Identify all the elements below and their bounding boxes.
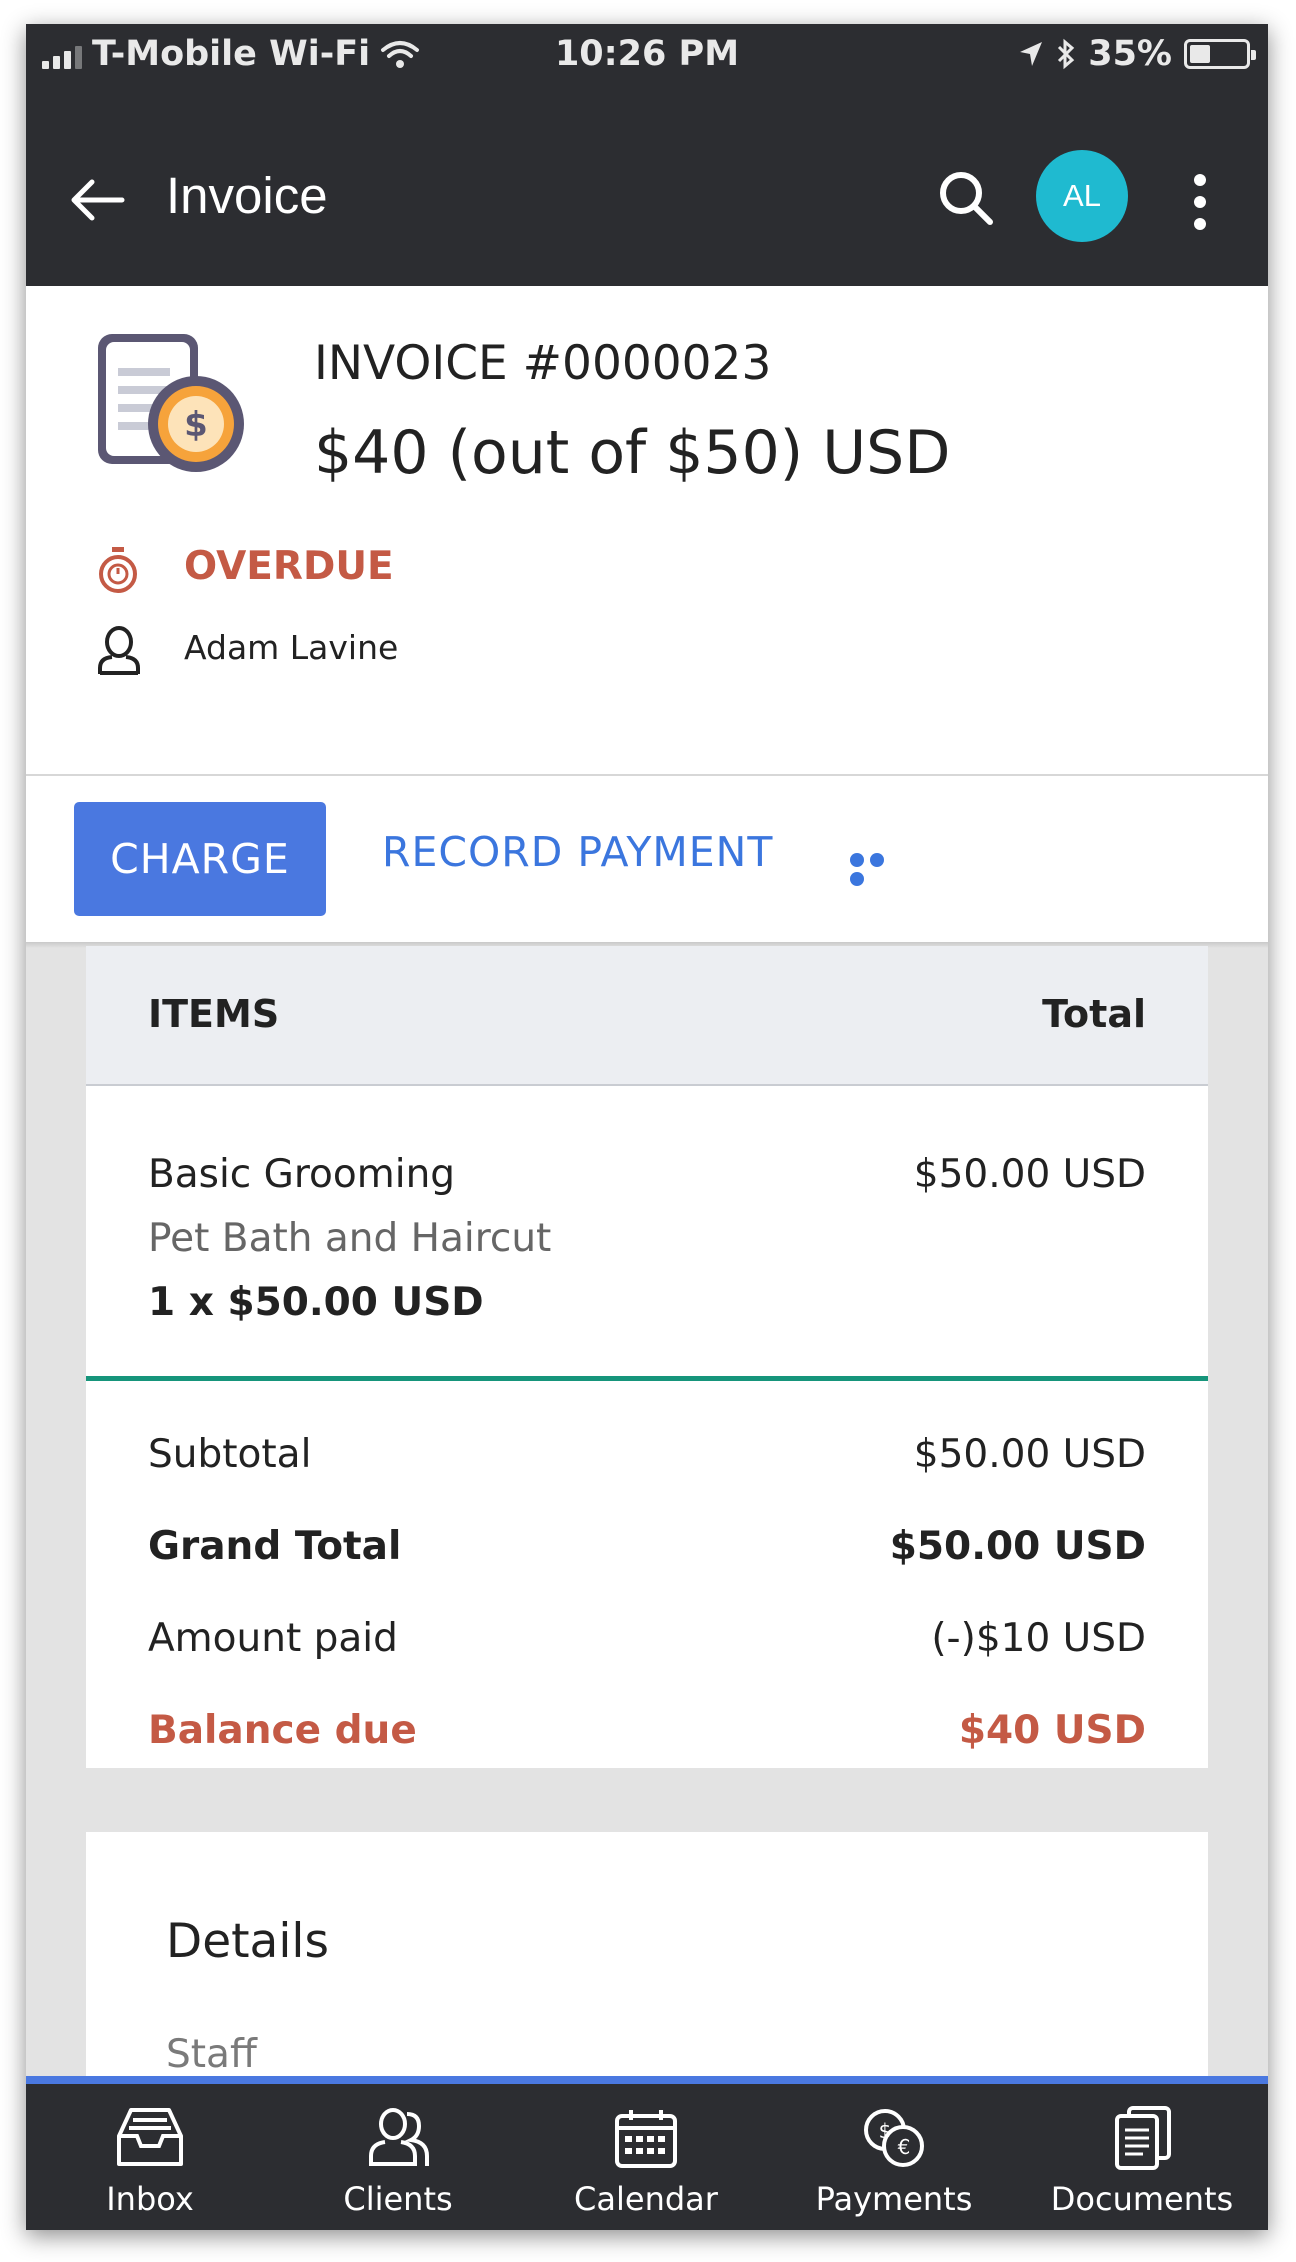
back-arrow-icon[interactable] bbox=[70, 178, 126, 222]
status-bar: T-Mobile Wi-Fi 10:26 PM 35% bbox=[26, 24, 1268, 90]
items-column-header: ITEMS bbox=[148, 992, 280, 1036]
documents-icon bbox=[1115, 2106, 1171, 2170]
nav-inbox-label: Inbox bbox=[106, 2180, 194, 2218]
item-description: Pet Bath and Haircut bbox=[148, 1216, 552, 1261]
svg-text:$: $ bbox=[879, 2119, 892, 2143]
app-bar: Invoice AL bbox=[26, 90, 1268, 286]
clients-icon bbox=[369, 2108, 429, 2166]
bottom-nav: Inbox Clients Calendar $ € Payments Docu… bbox=[26, 2076, 1268, 2230]
stopwatch-icon bbox=[99, 547, 137, 593]
amount-paid-label: Amount paid bbox=[148, 1616, 398, 1661]
nav-calendar[interactable]: Calendar bbox=[522, 2084, 770, 2230]
total-column-header: Total bbox=[1042, 992, 1146, 1036]
staff-label: Staff bbox=[166, 2032, 257, 2077]
nav-documents-label: Documents bbox=[1050, 2180, 1234, 2218]
page-title: Invoice bbox=[166, 167, 328, 224]
balance-due-label: Balance due bbox=[148, 1708, 417, 1753]
avatar[interactable]: AL bbox=[1036, 150, 1128, 242]
charge-button[interactable]: CHARGE bbox=[74, 802, 326, 916]
action-bar: CHARGE RECORD PAYMENT bbox=[26, 776, 1268, 942]
balance-due-value: $40 USD bbox=[958, 1708, 1146, 1753]
status-right: 35% bbox=[1018, 34, 1256, 74]
invoice-document-icon: $ bbox=[98, 334, 244, 472]
item-total: $50.00 USD bbox=[913, 1152, 1146, 1197]
nav-payments-label: Payments bbox=[815, 2180, 973, 2218]
svg-text:$: $ bbox=[184, 405, 208, 445]
subtotal-value: $50.00 USD bbox=[913, 1432, 1146, 1477]
more-vert-icon[interactable] bbox=[1188, 172, 1212, 232]
more-horiz-icon[interactable] bbox=[850, 852, 906, 886]
item-name: Basic Grooming bbox=[148, 1152, 456, 1197]
nav-clients-label: Clients bbox=[343, 2180, 453, 2218]
status-overdue: OVERDUE bbox=[184, 544, 394, 589]
payments-icon: $ € bbox=[864, 2109, 924, 2167]
bluetooth-icon bbox=[1058, 38, 1075, 70]
subtotal-label: Subtotal bbox=[148, 1432, 312, 1477]
battery-icon bbox=[1184, 39, 1256, 69]
grand-total-label: Grand Total bbox=[148, 1524, 402, 1569]
invoice-number: INVOICE #0000023 bbox=[314, 336, 772, 391]
nav-calendar-label: Calendar bbox=[574, 2180, 718, 2218]
phone-screen: T-Mobile Wi-Fi 10:26 PM 35% Invoice AL $… bbox=[26, 24, 1268, 2230]
items-card: ITEMS Total Basic Grooming Pet Bath and … bbox=[86, 946, 1208, 1768]
client-name[interactable]: Adam Lavine bbox=[184, 628, 398, 667]
search-icon[interactable] bbox=[936, 168, 996, 228]
inbox-icon bbox=[117, 2108, 183, 2166]
nav-payments[interactable]: $ € Payments bbox=[770, 2084, 1018, 2230]
calendar-icon bbox=[615, 2110, 677, 2168]
nav-inbox[interactable]: Inbox bbox=[26, 2084, 274, 2230]
amount-paid-value: (-)$10 USD bbox=[931, 1616, 1146, 1661]
invoice-amount: $40 (out of $50) USD bbox=[314, 418, 951, 488]
nav-clients[interactable]: Clients bbox=[274, 2084, 522, 2230]
client-person-icon bbox=[98, 626, 140, 675]
location-icon bbox=[1020, 42, 1043, 66]
nav-documents[interactable]: Documents bbox=[1018, 2084, 1266, 2230]
details-title: Details bbox=[166, 1914, 329, 1969]
invoice-header: $ INVOICE #0000023 $40 (out of $50) USD … bbox=[26, 286, 1268, 776]
grand-total-value: $50.00 USD bbox=[889, 1524, 1146, 1569]
battery-percent: 35% bbox=[1088, 34, 1172, 74]
svg-text:€: € bbox=[898, 2135, 911, 2159]
items-divider bbox=[86, 1376, 1208, 1381]
items-header: ITEMS Total bbox=[86, 946, 1208, 1086]
item-quantity: 1 x $50.00 USD bbox=[148, 1280, 484, 1325]
record-payment-button[interactable]: RECORD PAYMENT bbox=[382, 828, 773, 876]
